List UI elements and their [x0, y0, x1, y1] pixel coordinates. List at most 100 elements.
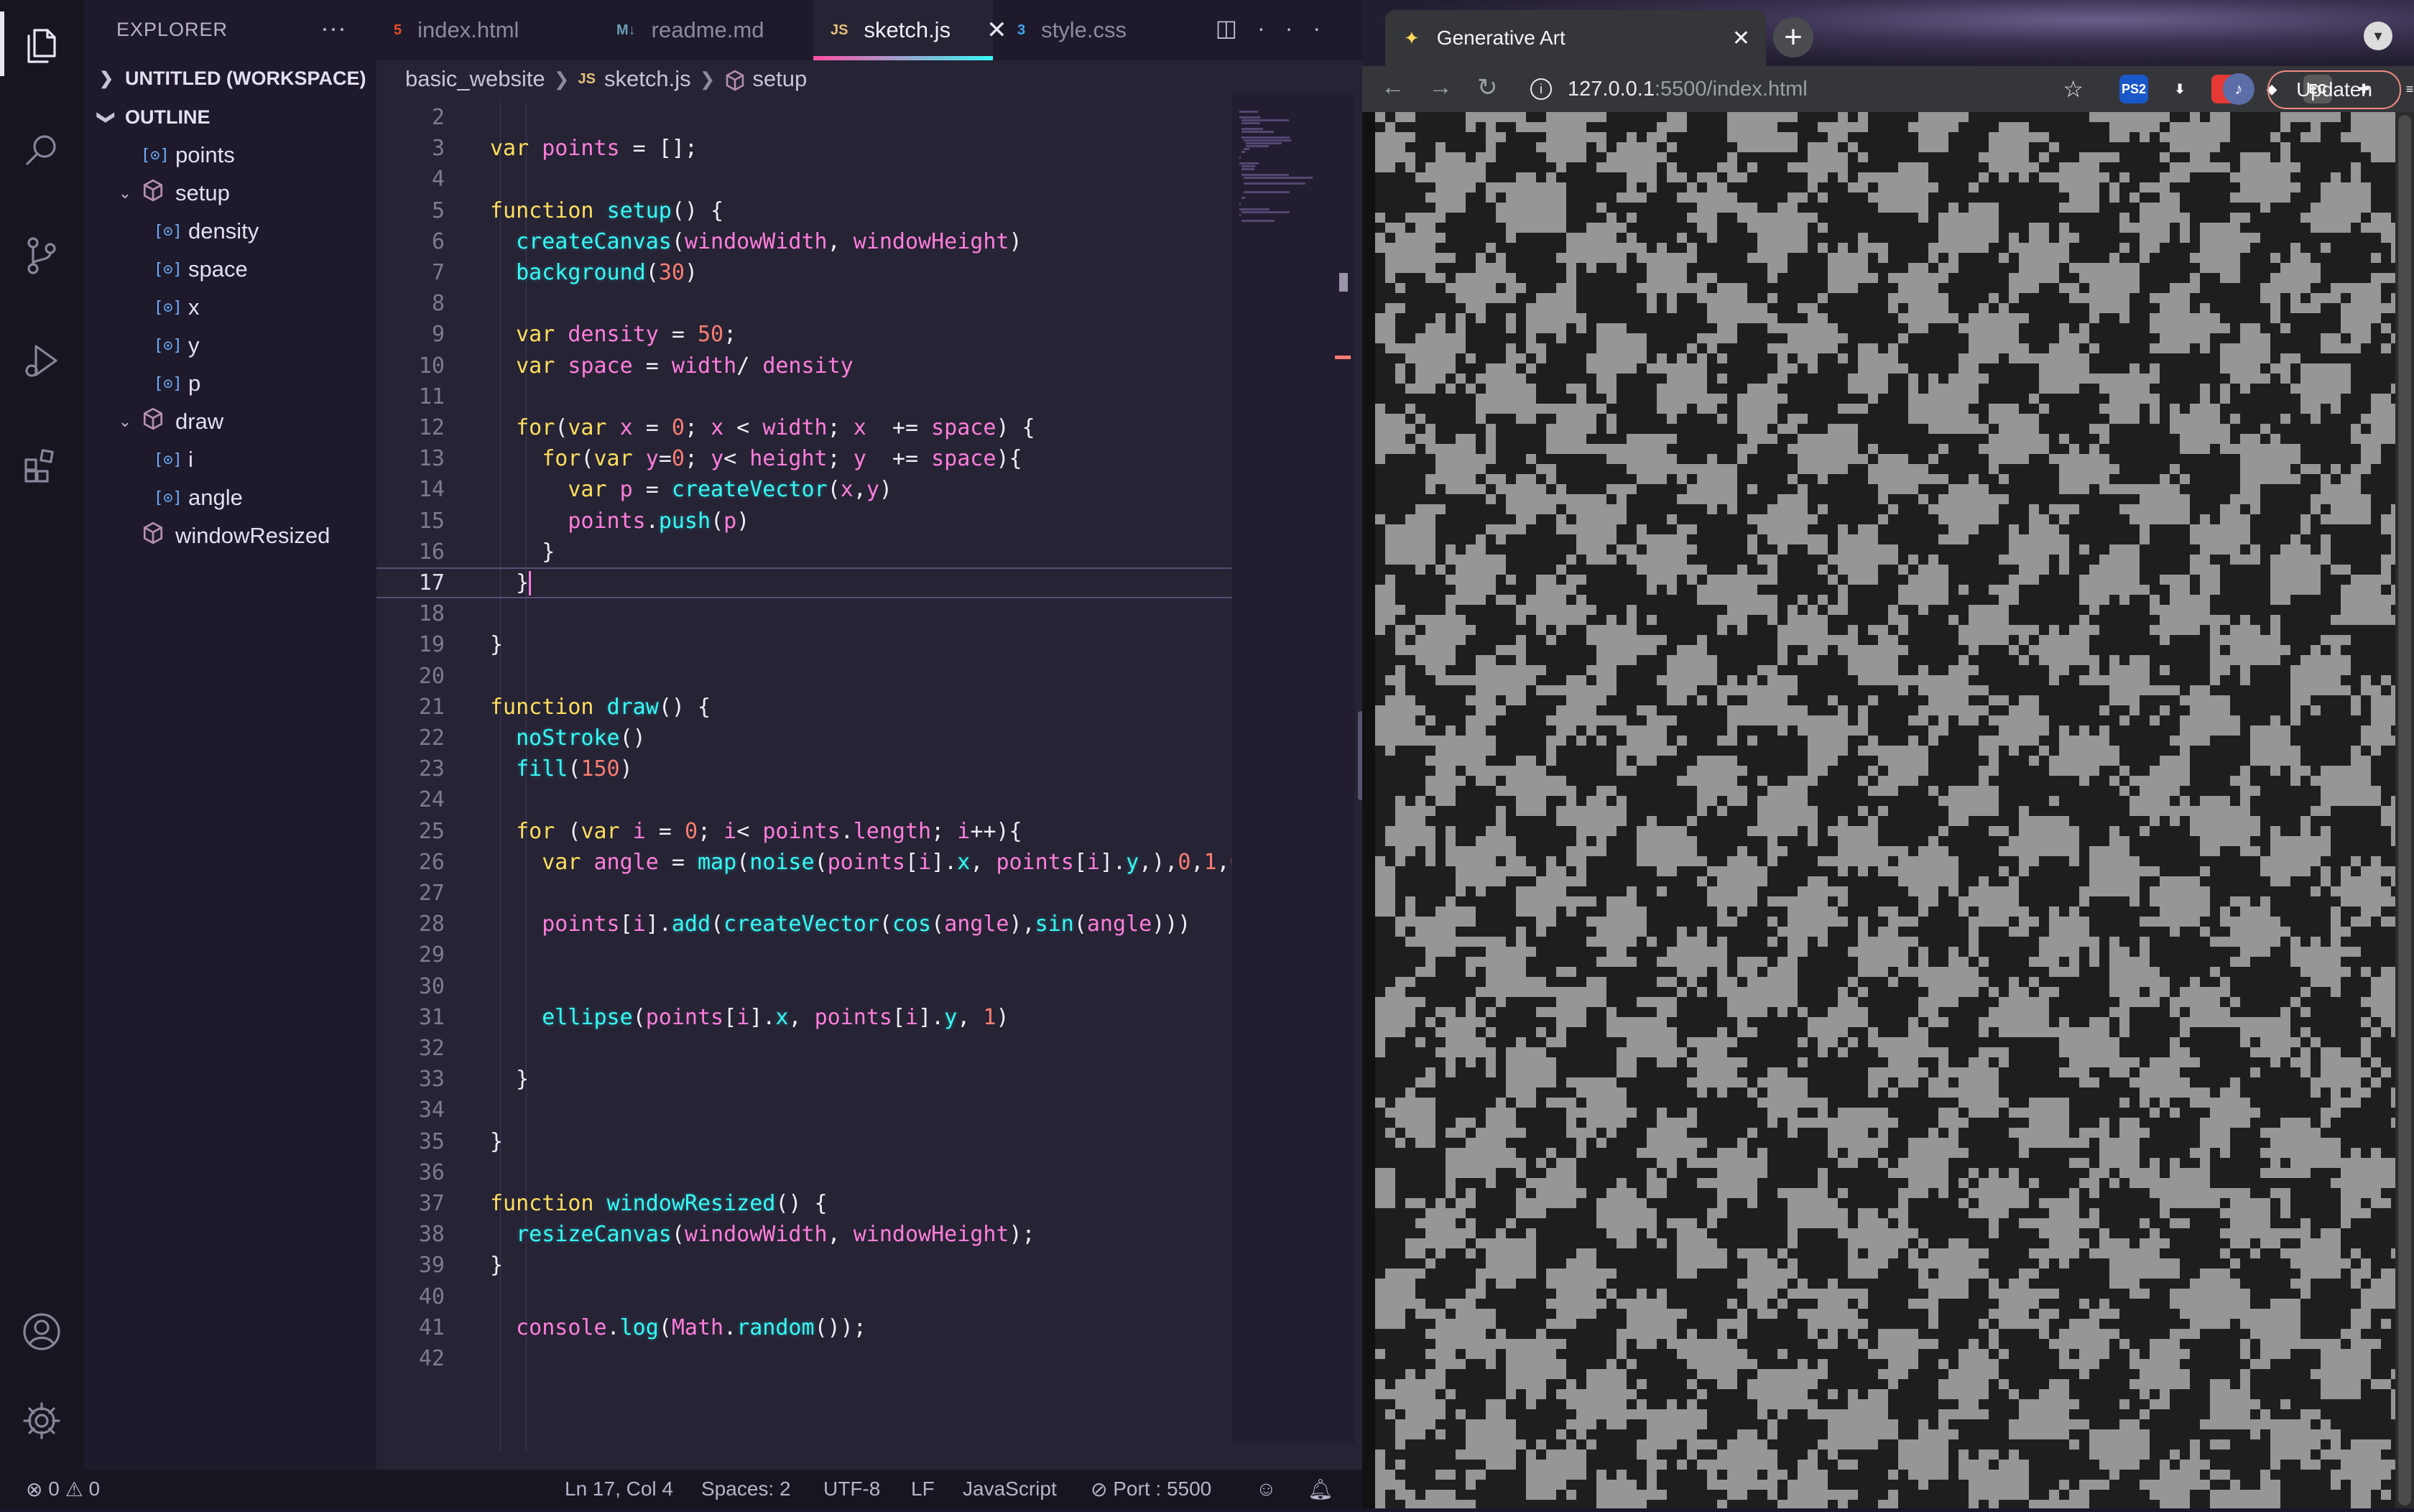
code-line[interactable]: 8: [376, 288, 1231, 319]
outline-item-setup[interactable]: ⌄ setup: [112, 175, 230, 212]
account-icon[interactable]: [14, 1304, 69, 1359]
tab-readme-md[interactable]: M↓ readme.md: [599, 0, 808, 60]
split-editor-icon[interactable]: ◫: [1216, 15, 1257, 41]
code-line[interactable]: 9 var density = 50;: [376, 319, 1231, 350]
browser-scrollbar[interactable]: [2395, 112, 2414, 1508]
feedback-icon[interactable]: ☺: [1256, 1470, 1277, 1508]
code-line[interactable]: 40: [376, 1281, 1231, 1312]
code-line[interactable]: 19}: [376, 629, 1231, 660]
code-line[interactable]: 29: [376, 940, 1231, 970]
extension-icon[interactable]: PS2: [2119, 75, 2148, 103]
code-line[interactable]: 34: [376, 1095, 1231, 1126]
chevron-down-icon[interactable]: ⌄: [112, 412, 138, 431]
bell-icon[interactable]: 🔔︎: [1308, 1470, 1333, 1508]
code-line[interactable]: 21 function draw() {: [376, 692, 1231, 723]
code-line[interactable]: 22 noStroke(): [376, 723, 1231, 753]
indentation[interactable]: Spaces: 2: [701, 1470, 791, 1508]
code-line[interactable]: 15 points.push(p): [376, 506, 1231, 537]
code-line[interactable]: 12 for(var x = 0; x < width; x += space)…: [376, 412, 1231, 443]
tab-search-icon[interactable]: ▾: [2364, 22, 2392, 50]
code-editor[interactable]: 2 3 var points = []; 4 5 function setup() {6 …: [376, 102, 1231, 1452]
close-tab-icon[interactable]: ✕: [1732, 26, 1750, 51]
outline-item-angle[interactable]: [⊙] angle: [154, 479, 243, 516]
code-line[interactable]: 38 resizeCanvas(windowWidth, windowHeigh…: [376, 1219, 1231, 1250]
cursor-position[interactable]: Ln 17, Col 4: [565, 1470, 673, 1508]
outline-item-points[interactable]: [⊙] points: [141, 136, 235, 174]
new-tab-button[interactable]: +: [1773, 17, 1813, 57]
code-line[interactable]: 36: [376, 1157, 1231, 1188]
outline-item-density[interactable]: [⊙] density: [154, 213, 259, 250]
tab-index-html[interactable]: 5 index.html: [376, 0, 592, 60]
outline-item-draw[interactable]: ⌄ draw: [112, 403, 223, 440]
code-line[interactable]: 3 var points = [];: [376, 133, 1231, 164]
code-line[interactable]: 10 var space = width/ density: [376, 351, 1231, 381]
code-line[interactable]: 5 function setup() {: [376, 195, 1231, 226]
outline-item-windowResized[interactable]: windowResized: [141, 517, 330, 555]
code-line[interactable]: 14 var p = createVector(x,y): [376, 474, 1231, 505]
update-button[interactable]: Updaten: [2267, 70, 2401, 109]
reload-icon[interactable]: ↻: [1477, 73, 1498, 102]
code-line[interactable]: 32: [376, 1033, 1231, 1064]
profile-avatar[interactable]: ♪: [2223, 73, 2255, 105]
breadcrumb-folder[interactable]: basic_website: [405, 66, 545, 92]
chevron-down-icon[interactable]: ⌄: [112, 184, 138, 203]
extensions-icon[interactable]: [14, 438, 69, 493]
end-of-line[interactable]: LF: [911, 1470, 935, 1508]
search-icon[interactable]: [14, 124, 69, 178]
outline-item-x[interactable]: [⊙] x: [154, 289, 200, 326]
outline-item-p[interactable]: [⊙] p: [154, 365, 200, 402]
code-line[interactable]: 35}: [376, 1126, 1231, 1157]
live-server-port[interactable]: ⊘ Port : 5500: [1091, 1470, 1211, 1508]
code-line[interactable]: 26 var angle = map(noise(points[i].x, po…: [376, 847, 1231, 878]
outline-item-space[interactable]: [⊙] space: [154, 251, 248, 288]
code-line[interactable]: 13 for(var y=0; y< height; y += space){: [376, 443, 1231, 474]
p5-canvas[interactable]: [1375, 112, 2401, 1510]
tab-sketch-js[interactable]: JS sketch.js ✕: [813, 0, 1007, 60]
code-line[interactable]: 37 function windowResized() {: [376, 1188, 1231, 1219]
code-line[interactable]: 25 for (var i = 0; i< points.length; i++…: [376, 816, 1231, 847]
code-line[interactable]: 6 createCanvas(windowWidth, windowHeight…: [376, 226, 1231, 257]
outline-item-i[interactable]: [⊙] i: [154, 441, 193, 478]
code-line[interactable]: 17 }: [376, 567, 1231, 598]
tab-style-css[interactable]: 3 style.css: [1000, 0, 1216, 60]
more-actions-icon[interactable]: ···: [320, 13, 346, 43]
more-actions-icon[interactable]: ···: [1257, 15, 1341, 41]
code-line[interactable]: 27: [376, 878, 1231, 909]
breadcrumb-symbol[interactable]: setup: [752, 66, 807, 92]
breadcrumb-file[interactable]: sketch.js: [604, 66, 691, 92]
code-line[interactable]: 33 }: [376, 1064, 1231, 1095]
code-line[interactable]: 7 background(30): [376, 257, 1231, 288]
code-line[interactable]: 30: [376, 971, 1231, 1002]
scroll-thumb[interactable]: [2398, 115, 2411, 1506]
back-arrow-icon[interactable]: ←: [1381, 73, 1405, 101]
run-debug-icon[interactable]: [14, 333, 69, 388]
forward-arrow-icon[interactable]: →: [1428, 73, 1453, 101]
explorer-icon[interactable]: [14, 19, 69, 73]
minimap[interactable]: [1231, 93, 1354, 1444]
code-line[interactable]: 23 fill(150): [376, 753, 1231, 784]
code-line[interactable]: 18: [376, 598, 1231, 629]
source-control-icon[interactable]: [14, 228, 69, 283]
workspace-section-header[interactable]: ❯ UNTITLED (WORKSPACE): [93, 60, 366, 96]
code-line[interactable]: 20: [376, 661, 1231, 692]
language-mode[interactable]: JavaScript: [963, 1470, 1057, 1508]
code-line[interactable]: 28 points[i].add(createVector(cos(angle)…: [376, 909, 1231, 940]
problems-indicator[interactable]: ⊗ 0 ⚠ 0: [26, 1470, 100, 1508]
code-line[interactable]: 39}: [376, 1250, 1231, 1281]
bookmark-star-icon[interactable]: ☆: [2063, 75, 2084, 103]
editor-scrollbar[interactable]: [1339, 273, 1348, 292]
site-info-icon[interactable]: i: [1530, 78, 1552, 100]
code-line[interactable]: 24: [376, 784, 1231, 815]
outline-item-y[interactable]: [⊙] y: [154, 327, 200, 364]
code-line[interactable]: 11: [376, 381, 1231, 412]
code-line[interactable]: 16 }: [376, 537, 1231, 567]
encoding[interactable]: UTF-8: [823, 1470, 880, 1508]
browser-tab[interactable]: ✦ Generative Art ✕: [1385, 10, 1766, 66]
address-bar[interactable]: i 127.0.0.1:5500/index.html ☆: [1530, 72, 2084, 106]
code-line[interactable]: 4: [376, 164, 1231, 195]
outline-section-header[interactable]: ❯ OUTLINE: [93, 99, 211, 135]
code-line[interactable]: 2: [376, 102, 1231, 133]
code-line[interactable]: 31 ellipse(points[i].x, points[i].y, 1): [376, 1002, 1231, 1033]
extension-icon[interactable]: ⬇: [2165, 75, 2194, 103]
settings-gear-icon[interactable]: [14, 1393, 69, 1448]
